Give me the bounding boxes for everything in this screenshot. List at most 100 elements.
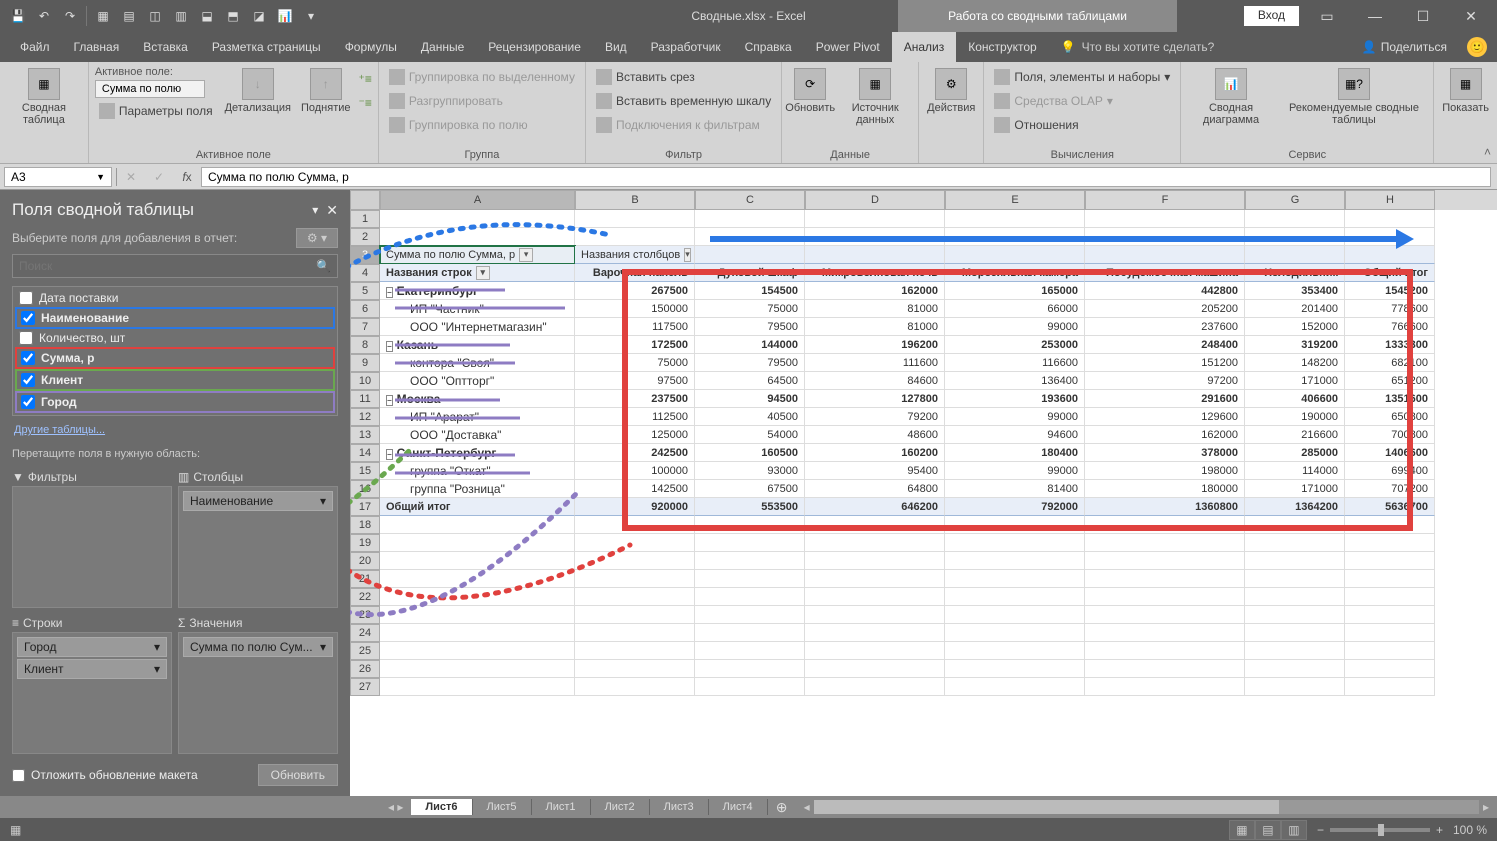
update-button[interactable]: Обновить <box>258 764 338 786</box>
collapse-icon[interactable]: − <box>386 341 393 352</box>
cell[interactable] <box>380 678 575 696</box>
cell[interactable] <box>380 570 575 588</box>
cell[interactable] <box>805 570 945 588</box>
cell[interactable]: 165000 <box>945 282 1085 300</box>
other-tables-link[interactable]: Другие таблицы... <box>8 420 342 440</box>
cell[interactable]: Общий итог <box>380 498 575 516</box>
cell[interactable]: 75000 <box>575 354 695 372</box>
field-checkbox[interactable] <box>19 331 33 345</box>
cell[interactable] <box>1345 588 1435 606</box>
cell[interactable]: Посудомоечная машина <box>1085 264 1245 282</box>
cell[interactable]: 553500 <box>695 498 805 516</box>
cell[interactable] <box>380 606 575 624</box>
collapse-field-icon[interactable]: ⁻≡ <box>359 96 372 110</box>
qat-icon[interactable]: 📊 <box>273 4 297 28</box>
cell[interactable]: ИП "Частник" <box>380 300 575 318</box>
page-layout-icon[interactable]: ▤ <box>1255 820 1281 840</box>
page-break-icon[interactable]: ▥ <box>1281 820 1307 840</box>
cell[interactable] <box>575 606 695 624</box>
cell[interactable]: 172500 <box>575 336 695 354</box>
row-header[interactable]: 12 <box>350 408 380 426</box>
row-header[interactable]: 27 <box>350 678 380 696</box>
cell[interactable] <box>1245 606 1345 624</box>
cell[interactable]: −Казань <box>380 336 575 354</box>
cell[interactable] <box>1245 588 1345 606</box>
cell[interactable]: 792000 <box>945 498 1085 516</box>
cell[interactable] <box>695 516 805 534</box>
cell[interactable]: 150000 <box>575 300 695 318</box>
tab-Файл[interactable]: Файл <box>8 32 62 62</box>
cell[interactable]: 114000 <box>1245 462 1345 480</box>
cell[interactable]: 64500 <box>695 372 805 390</box>
cell[interactable] <box>1345 534 1435 552</box>
row-header[interactable]: 4 <box>350 264 380 282</box>
tell-me-search[interactable]: 💡 Что вы хотите сделать? <box>1049 40 1215 54</box>
cell[interactable]: 125000 <box>575 426 695 444</box>
zone-chip[interactable]: Город▾ <box>17 637 167 657</box>
cell[interactable]: 160500 <box>695 444 805 462</box>
cell[interactable]: −Екатеринбург <box>380 282 575 300</box>
cell[interactable] <box>1245 552 1345 570</box>
scroll-left-icon[interactable]: ◂ <box>804 800 810 814</box>
pane-menu-icon[interactable]: ▾ <box>312 203 318 217</box>
cell[interactable] <box>805 606 945 624</box>
row-header[interactable]: 21 <box>350 570 380 588</box>
cell[interactable] <box>945 624 1085 642</box>
cell[interactable] <box>805 678 945 696</box>
qat-icon[interactable]: ◫ <box>143 4 167 28</box>
cell[interactable]: 79500 <box>695 318 805 336</box>
row-header[interactable]: 6 <box>350 300 380 318</box>
row-header[interactable]: 3 <box>350 246 380 264</box>
cell[interactable] <box>805 210 945 228</box>
field-item[interactable]: Клиент <box>15 369 335 391</box>
cell[interactable]: −Москва <box>380 390 575 408</box>
undo-icon[interactable]: ↶ <box>32 4 56 28</box>
row-header[interactable]: 16 <box>350 480 380 498</box>
tab-Конструктор[interactable]: Конструктор <box>956 32 1048 62</box>
row-header[interactable]: 13 <box>350 426 380 444</box>
cell[interactable]: 154500 <box>695 282 805 300</box>
cell[interactable] <box>575 210 695 228</box>
field-checkbox[interactable] <box>21 373 35 387</box>
cell[interactable]: 48600 <box>805 426 945 444</box>
sheet-tab[interactable]: Лист5 <box>473 799 532 815</box>
cell[interactable] <box>1345 606 1435 624</box>
cell[interactable]: 920000 <box>575 498 695 516</box>
cell[interactable]: 81400 <box>945 480 1085 498</box>
cell[interactable]: 267500 <box>575 282 695 300</box>
data-source-button[interactable]: ▦Источник данных <box>838 66 912 128</box>
name-box[interactable]: A3▼ <box>4 167 112 187</box>
zoom-level[interactable]: 100 % <box>1453 823 1487 837</box>
field-item[interactable]: Количество, шт <box>15 329 335 347</box>
cell[interactable]: 64800 <box>805 480 945 498</box>
cell[interactable] <box>695 642 805 660</box>
row-header[interactable]: 23 <box>350 606 380 624</box>
cell[interactable] <box>575 642 695 660</box>
cell[interactable] <box>695 570 805 588</box>
cell[interactable]: 682100 <box>1345 354 1435 372</box>
cell[interactable]: 193600 <box>945 390 1085 408</box>
collapse-icon[interactable]: − <box>386 287 393 298</box>
row-header[interactable]: 14 <box>350 444 380 462</box>
collapse-ribbon-icon[interactable]: ˄ <box>1484 145 1491 159</box>
cell[interactable] <box>1245 516 1345 534</box>
cell[interactable] <box>575 624 695 642</box>
fields-items-sets-button[interactable]: Поля, элементы и наборы▾ <box>990 66 1174 88</box>
cell[interactable] <box>945 588 1085 606</box>
field-checkbox[interactable] <box>21 395 35 409</box>
cell[interactable] <box>1345 678 1435 696</box>
cell[interactable] <box>1085 660 1245 678</box>
cell[interactable] <box>695 660 805 678</box>
close-icon[interactable]: ✕ <box>1451 2 1491 30</box>
cell[interactable]: 201400 <box>1245 300 1345 318</box>
filter-dropdown-icon[interactable]: ▾ <box>519 248 533 262</box>
tab-Power Pivot[interactable]: Power Pivot <box>804 32 892 62</box>
cell[interactable] <box>1245 642 1345 660</box>
share-button[interactable]: 👤 Поделиться <box>1354 36 1455 58</box>
cell[interactable]: 94600 <box>945 426 1085 444</box>
cell[interactable] <box>380 552 575 570</box>
cell[interactable]: Микроволновая печь <box>805 264 945 282</box>
redo-icon[interactable]: ↷ <box>58 4 82 28</box>
cell[interactable]: 144000 <box>695 336 805 354</box>
cell[interactable]: 152000 <box>1245 318 1345 336</box>
